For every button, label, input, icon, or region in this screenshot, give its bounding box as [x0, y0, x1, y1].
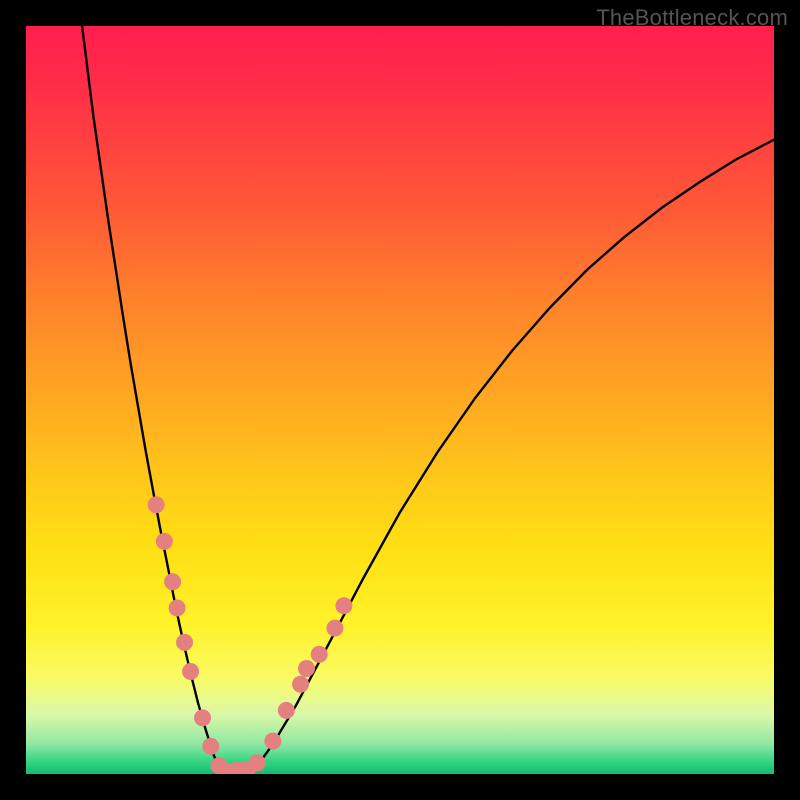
chart-frame: TheBottleneck.com: [0, 0, 800, 800]
plot-area: [26, 26, 774, 774]
marker-dot: [264, 733, 281, 750]
marker-dot: [311, 646, 328, 663]
bottleneck-curve-svg: [26, 26, 774, 774]
marker-dot: [292, 676, 309, 693]
marker-dot: [202, 738, 219, 755]
marker-dot: [326, 620, 343, 637]
marker-dot: [249, 754, 266, 771]
marker-dot: [335, 597, 352, 614]
marker-dot: [176, 634, 193, 651]
series-right-curve: [258, 140, 774, 765]
marker-dot: [194, 709, 211, 726]
series-left-curve: [82, 26, 218, 767]
marker-dot: [148, 496, 165, 513]
watermark-label: TheBottleneck.com: [596, 5, 788, 31]
marker-dot: [156, 533, 173, 550]
marker-dot: [169, 599, 186, 616]
marker-dot: [164, 573, 181, 590]
marker-dot: [182, 663, 199, 680]
marker-dot: [278, 702, 295, 719]
marker-dot: [298, 660, 315, 677]
